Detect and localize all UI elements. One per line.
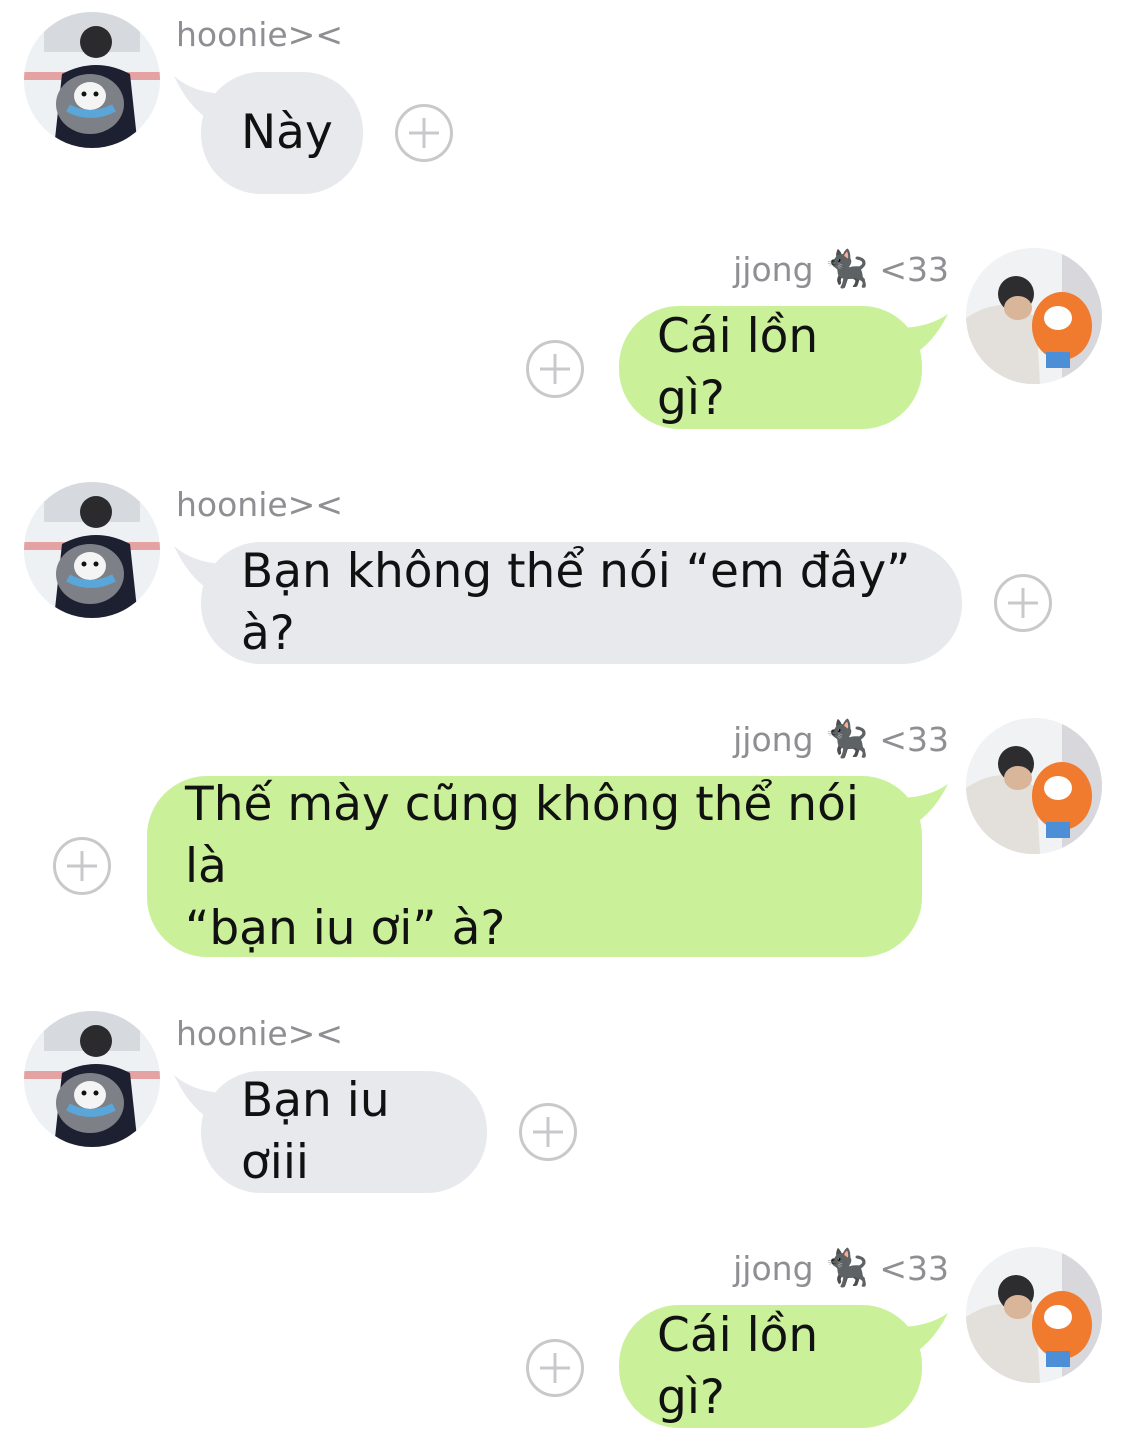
add-reaction-button[interactable]	[53, 837, 111, 895]
sender-suffix: <33	[879, 720, 949, 759]
message-bubble[interactable]: Này	[201, 72, 363, 194]
avatar-hoonie[interactable]	[24, 12, 160, 148]
add-reaction-button[interactable]	[519, 1103, 577, 1161]
message-bubble[interactable]: Bạn không thể nói “em đây” à?	[201, 542, 962, 664]
avatar-jjong[interactable]	[966, 1247, 1102, 1383]
sender-name: hoonie><	[176, 485, 343, 524]
black-cat-icon: 🐈‍⬛	[824, 249, 869, 290]
avatar-hoonie[interactable]	[24, 482, 160, 618]
sender-name-line: jjong 🐈‍⬛ <33	[733, 1251, 949, 1287]
sender-name-line: jjong 🐈‍⬛ <33	[733, 252, 949, 288]
message-bubble[interactable]: Cái lồn gì?	[619, 1305, 922, 1428]
sender-suffix: <33	[879, 250, 949, 289]
add-reaction-button[interactable]	[395, 104, 453, 162]
add-reaction-button[interactable]	[526, 1339, 584, 1397]
avatar-jjong[interactable]	[966, 718, 1102, 854]
sender-name: jjong	[733, 720, 814, 759]
avatar-jjong[interactable]	[966, 248, 1102, 384]
black-cat-icon: 🐈‍⬛	[824, 1248, 869, 1289]
black-cat-icon: 🐈‍⬛	[824, 719, 869, 760]
sender-name: hoonie><	[176, 15, 343, 54]
add-reaction-button[interactable]	[994, 574, 1052, 632]
sender-name-line: jjong 🐈‍⬛ <33	[733, 722, 949, 758]
sender-suffix: <33	[879, 1249, 949, 1288]
sender-name: jjong	[733, 1249, 814, 1288]
message-bubble[interactable]: Thế mày cũng không thể nói là “bạn iu ơi…	[147, 776, 922, 957]
avatar-hoonie[interactable]	[24, 1011, 160, 1147]
add-reaction-button[interactable]	[526, 340, 584, 398]
sender-name: hoonie><	[176, 1014, 343, 1053]
message-bubble[interactable]: Bạn iu ơiii	[201, 1071, 487, 1193]
message-bubble[interactable]: Cái lồn gì?	[619, 306, 922, 429]
sender-name: jjong	[733, 250, 814, 289]
